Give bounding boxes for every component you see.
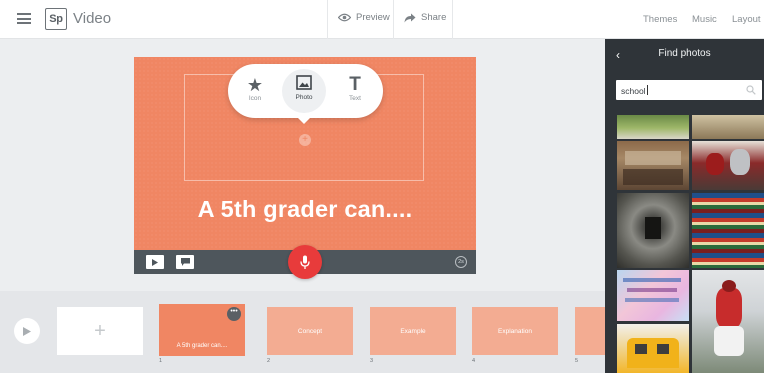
app-logo: Sp: [45, 8, 67, 30]
app-title: Video: [73, 10, 112, 27]
share-arrow-icon: [404, 13, 416, 22]
search-result-photo[interactable]: [617, 193, 689, 268]
star-icon: ★: [246, 75, 264, 95]
add-item-popover: ★ Icon Photo T Text: [228, 64, 383, 124]
play-all-button[interactable]: [14, 318, 40, 344]
search-result-photo[interactable]: [617, 141, 689, 190]
timer-badge[interactable]: 2s: [455, 256, 467, 268]
top-bar: Sp Video Preview Share Themes Music Layo…: [0, 0, 764, 39]
find-photos-panel: ‹ Find photos school: [605, 39, 764, 373]
text-option[interactable]: T Text: [332, 70, 378, 112]
slide-title-text[interactable]: A 5th grader can....: [134, 196, 476, 223]
toolbar-divider: [452, 0, 453, 39]
search-result-photo[interactable]: [617, 115, 689, 139]
icon-option-label: Icon: [248, 95, 262, 102]
search-result-photo[interactable]: [617, 270, 689, 321]
toolbar-divider: [393, 0, 394, 39]
search-result-photo[interactable]: [692, 115, 764, 139]
slide-number: 5: [575, 358, 579, 364]
add-item-icon[interactable]: +: [299, 134, 311, 146]
play-icon: [23, 326, 31, 336]
thumbnail-label: Explanation: [498, 328, 532, 335]
slide-number: 1: [159, 358, 163, 364]
record-mic-button[interactable]: [288, 245, 322, 279]
slide-number: 2: [267, 358, 271, 364]
slide-thumbnail[interactable]: ••• A 5th grader can....: [159, 304, 245, 356]
photo-icon: [282, 69, 326, 93]
search-result-photo[interactable]: [692, 141, 764, 190]
menu-icon[interactable]: [17, 13, 31, 24]
slide-number: 4: [472, 358, 476, 364]
slide-filmstrip: + ••• A 5th grader can.... 1 Concept 2 E…: [0, 291, 605, 373]
photo-option[interactable]: Photo: [282, 69, 326, 113]
eye-icon: [338, 13, 351, 22]
slide-thumbnail[interactable]: Concept: [267, 307, 353, 355]
thumbnail-label: A 5th grader can....: [176, 343, 228, 349]
play-icon: [152, 258, 158, 266]
more-options-icon[interactable]: •••: [227, 307, 241, 321]
photo-option-label: Photo: [295, 94, 313, 101]
share-label: Share: [421, 12, 447, 23]
slide-thumbnail[interactable]: Example: [370, 307, 456, 355]
search-result-photo[interactable]: [692, 270, 764, 373]
toolbar-divider: [327, 0, 328, 39]
text-t-icon: T: [349, 74, 361, 95]
search-icon[interactable]: [746, 85, 756, 95]
share-button[interactable]: Share: [404, 12, 446, 23]
caption-icon: [180, 258, 190, 266]
slide-number: 3: [370, 358, 374, 364]
play-slide-button[interactable]: [146, 255, 164, 269]
themes-link[interactable]: Themes: [643, 14, 677, 25]
icon-option[interactable]: ★ Icon: [232, 70, 278, 112]
slide-thumbnail[interactable]: Explanation: [472, 307, 558, 355]
add-slide-button[interactable]: +: [57, 307, 143, 355]
panel-title: Find photos: [658, 48, 711, 59]
preview-label: Preview: [356, 12, 390, 23]
search-value: school: [621, 85, 648, 96]
slide-thumbnail[interactable]: [575, 307, 605, 355]
microphone-icon: [300, 255, 310, 269]
caption-button[interactable]: [176, 255, 194, 269]
music-link[interactable]: Music: [692, 14, 717, 25]
text-option-label: Text: [349, 95, 361, 102]
photo-search-input[interactable]: school: [616, 80, 762, 100]
layout-link[interactable]: Layout: [732, 14, 761, 25]
panel-header: ‹ Find photos: [605, 39, 764, 71]
preview-button[interactable]: Preview: [338, 12, 390, 23]
search-result-photo[interactable]: [617, 324, 689, 373]
thumbnail-label: Concept: [297, 328, 323, 335]
thumbnail-label: Example: [400, 328, 426, 335]
search-result-photo[interactable]: [692, 193, 764, 268]
